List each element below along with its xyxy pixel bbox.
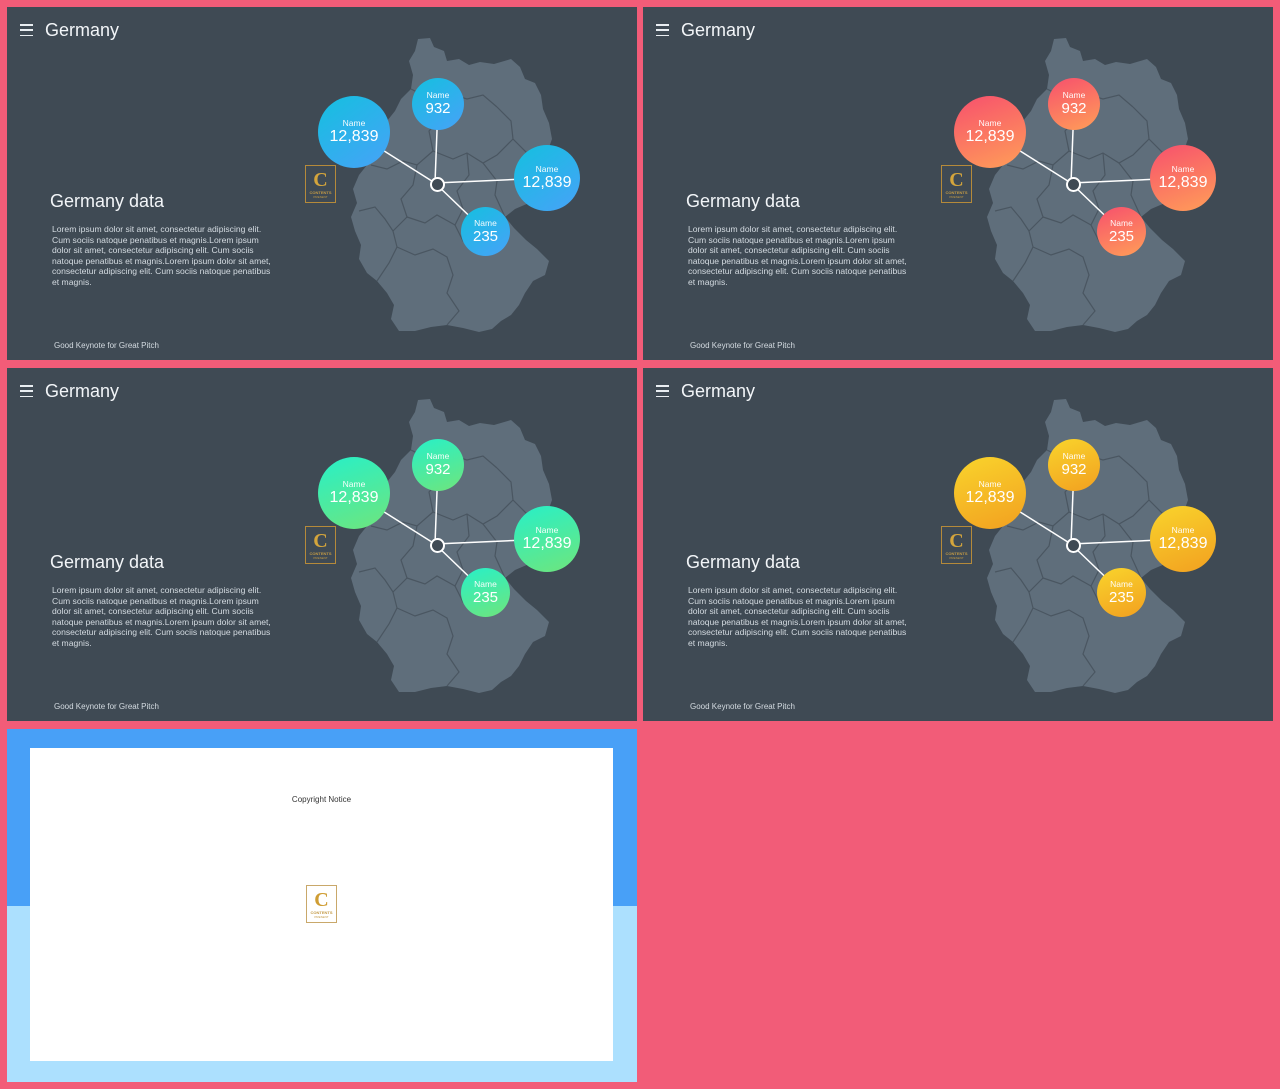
data-bubble[interactable]: Name 12,839 (318, 96, 390, 168)
section-heading: Germany data (50, 552, 165, 572)
body-text: Lorem ipsum dolor sit amet, consectetur … (688, 224, 907, 287)
bubble-value: 932 (425, 461, 451, 478)
bubble-value: 12,839 (329, 489, 379, 506)
bubble-label: Name (426, 90, 450, 100)
bubble-value: 235 (472, 588, 499, 606)
bubble-label: Name (1062, 90, 1086, 100)
bubble-label: Name (535, 164, 559, 174)
data-bubble[interactable]: Name 12,839 (514, 145, 580, 211)
bubble-value: 12,839 (522, 535, 572, 552)
data-bubble[interactable]: Name 12,839 (1150, 145, 1216, 211)
slide-1: Germany C CONTENTS PRESENT Name 12,839 N… (7, 7, 637, 360)
section-heading: Germany data (686, 552, 801, 572)
bubble-value: 235 (1108, 227, 1135, 245)
bubble-value: 932 (1061, 100, 1087, 117)
data-bubble[interactable]: Name 932 (412, 439, 464, 491)
bubble-label: Name (1110, 578, 1133, 589)
bubble-label: Name (474, 217, 497, 228)
slide-3: Germany C CONTENTS PRESENT Name 12,839 N… (7, 368, 637, 721)
bubble-label: Name (1062, 451, 1086, 461)
bubble-value: 12,839 (522, 174, 572, 191)
data-bubble[interactable]: Name 932 (1048, 78, 1100, 130)
data-bubble[interactable]: Name 932 (412, 78, 464, 130)
bubble-value: 932 (425, 100, 451, 117)
bubble-value: 932 (1061, 461, 1087, 478)
body-text: Lorem ipsum dolor sit amet, consectetur … (52, 224, 271, 287)
bubble-label: Name (474, 578, 497, 589)
footer-text: Good Keynote for Great Pitch (690, 702, 795, 711)
bubble-label: Name (342, 118, 366, 128)
body-text: Lorem ipsum dolor sit amet, consectetur … (688, 585, 907, 648)
bubble-label: Name (535, 525, 559, 535)
slide-4: Germany C CONTENTS PRESENT Name 12,839 N… (643, 368, 1273, 721)
bubble-label: Name (978, 118, 1002, 128)
bubble-value: 12,839 (965, 128, 1015, 145)
hub-marker (430, 538, 445, 553)
section-heading: Germany data (686, 191, 801, 211)
bubble-label: Name (1110, 217, 1133, 228)
footer-text: Good Keynote for Great Pitch (54, 341, 159, 350)
bubble-label: Name (342, 479, 366, 489)
bubble-value: 235 (1108, 588, 1135, 606)
footer-text: Good Keynote for Great Pitch (690, 341, 795, 350)
hub-marker (1066, 177, 1081, 192)
data-bubble[interactable]: Name 235 (1097, 207, 1146, 256)
bubble-label: Name (1171, 525, 1195, 535)
copyright-slide: Copyright Notice C CONTENTS PRESENT (7, 729, 637, 1082)
copyright-page: Copyright Notice C CONTENTS PRESENT (30, 748, 613, 1061)
hub-marker (430, 177, 445, 192)
data-bubble[interactable]: Name 235 (461, 568, 510, 617)
data-bubble[interactable]: Name 12,839 (318, 457, 390, 529)
bubble-value: 235 (472, 227, 499, 245)
data-bubble[interactable]: Name 12,839 (514, 506, 580, 572)
data-bubble[interactable]: Name 12,839 (1150, 506, 1216, 572)
contents-logo: C CONTENTS PRESENT (306, 885, 337, 923)
body-text: Lorem ipsum dolor sit amet, consectetur … (52, 585, 271, 648)
slide-2: Germany C CONTENTS PRESENT Name 12,839 N… (643, 7, 1273, 360)
data-bubble[interactable]: Name 12,839 (954, 457, 1026, 529)
bubble-value: 12,839 (1158, 535, 1208, 552)
bubble-value: 12,839 (1158, 174, 1208, 191)
bubble-value: 12,839 (329, 128, 379, 145)
hub-marker (1066, 538, 1081, 553)
data-bubble[interactable]: Name 235 (461, 207, 510, 256)
bubble-value: 12,839 (965, 489, 1015, 506)
data-bubble[interactable]: Name 12,839 (954, 96, 1026, 168)
bubble-label: Name (426, 451, 450, 461)
bubble-label: Name (978, 479, 1002, 489)
footer-text: Good Keynote for Great Pitch (54, 702, 159, 711)
data-bubble[interactable]: Name 235 (1097, 568, 1146, 617)
copyright-notice: Copyright Notice (291, 795, 352, 804)
section-heading: Germany data (50, 191, 165, 211)
data-bubble[interactable]: Name 932 (1048, 439, 1100, 491)
bubble-label: Name (1171, 164, 1195, 174)
